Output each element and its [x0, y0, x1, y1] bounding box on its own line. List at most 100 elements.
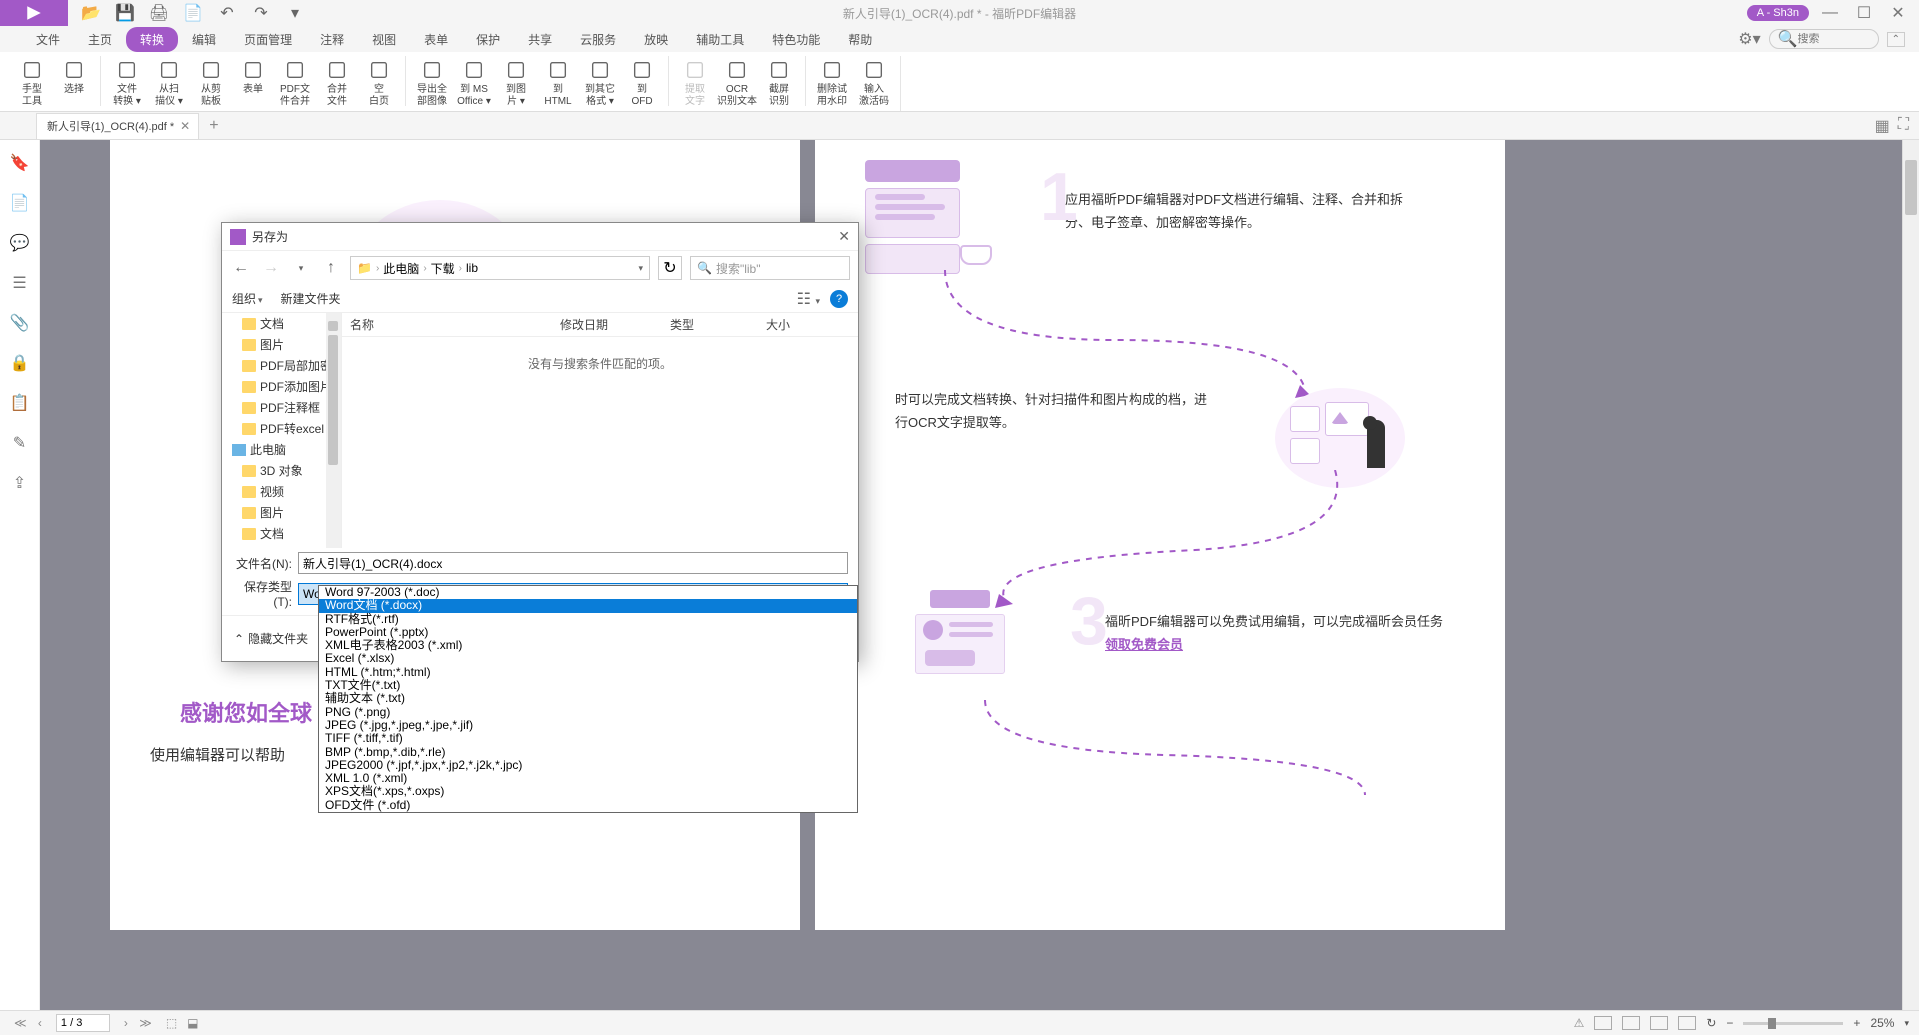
tree-item[interactable]: PDF转excel: [222, 418, 341, 439]
continuous-view[interactable]: [1622, 1016, 1640, 1030]
add-tab-button[interactable]: +: [209, 117, 218, 135]
menu-item-8[interactable]: 保护: [462, 27, 514, 52]
menu-item-11[interactable]: 放映: [630, 27, 682, 52]
nav-recent-icon[interactable]: ▾: [290, 257, 312, 279]
tree-scrollbar[interactable]: [326, 313, 341, 548]
tree-item[interactable]: 图片: [222, 334, 341, 355]
search-box[interactable]: 🔍: [1769, 29, 1879, 49]
ribbon-btn-2[interactable]: 文件 转换 ▾: [107, 56, 147, 110]
options-icon[interactable]: ⚙▾: [1738, 29, 1760, 49]
folder-tree[interactable]: 文档图片PDF局部加密、fPDF添加图片PDF注释框PDF转excel此电脑3D…: [222, 313, 342, 548]
document-tab[interactable]: 新人引导(1)_OCR(4).pdf * ✕: [36, 113, 199, 139]
menu-item-2[interactable]: 转换: [126, 27, 178, 52]
filetype-option[interactable]: JPEG2000 (*.jpf,*.jpx,*.jp2,*.j2k,*.jpc): [319, 759, 857, 772]
ribbon-btn-3[interactable]: 从扫 描仪 ▾: [149, 56, 189, 110]
menu-item-6[interactable]: 视图: [358, 27, 410, 52]
menu-item-10[interactable]: 云服务: [566, 27, 630, 52]
ribbon-btn-15[interactable]: 提取 文字: [675, 56, 715, 110]
nav-up-icon[interactable]: ↑: [320, 257, 342, 279]
ribbon-btn-1[interactable]: 选择: [54, 56, 94, 98]
breadcrumb[interactable]: 📁 › 此电脑 › 下载 › lib ▾: [350, 256, 650, 280]
view-options-icon[interactable]: ☷ ▾: [797, 289, 820, 309]
filetype-option[interactable]: Excel (*.xlsx): [319, 652, 857, 665]
help-icon[interactable]: ?: [830, 290, 848, 308]
ribbon-btn-14[interactable]: 到 OFD: [622, 56, 662, 110]
user-badge[interactable]: A - Sh3n: [1747, 5, 1809, 21]
ribbon-btn-11[interactable]: 到图 片 ▾: [496, 56, 536, 110]
scrollbar-thumb[interactable]: [1905, 160, 1917, 215]
filetype-dropdown[interactable]: Word 97-2003 (*.doc)Word文档 (*.docx)RTF格式…: [318, 585, 858, 813]
ribbon-btn-16[interactable]: OCR 识别文本: [717, 56, 757, 110]
first-page-icon[interactable]: ≪: [10, 1016, 31, 1030]
zoom-out-button[interactable]: −: [1726, 1016, 1733, 1030]
refresh-button[interactable]: ↻: [658, 256, 682, 280]
reading-mode-icon[interactable]: ⬓: [187, 1016, 198, 1030]
selection-mode-icon[interactable]: ⬚: [166, 1016, 177, 1030]
tree-item[interactable]: PDF添加图片: [222, 376, 341, 397]
open-icon[interactable]: 📂: [83, 5, 99, 21]
tree-item[interactable]: PDF注释框: [222, 397, 341, 418]
two-continuous-view[interactable]: [1678, 1016, 1696, 1030]
menu-item-3[interactable]: 编辑: [178, 27, 230, 52]
tree-item[interactable]: 视频: [222, 481, 341, 502]
zoom-handle[interactable]: [1768, 1018, 1776, 1029]
zoom-in-button[interactable]: +: [1853, 1016, 1860, 1030]
maximize-button[interactable]: ☐: [1851, 3, 1877, 23]
tree-item[interactable]: 此电脑: [222, 439, 341, 460]
menu-item-13[interactable]: 特色功能: [758, 27, 834, 52]
ribbon-btn-6[interactable]: PDF文 件合并: [275, 56, 315, 110]
last-page-icon[interactable]: ≫: [135, 1016, 156, 1030]
filetype-option[interactable]: Word文档 (*.docx): [319, 599, 857, 612]
col-type[interactable]: 类型: [662, 316, 758, 333]
ribbon-btn-10[interactable]: 到 MS Office ▾: [454, 56, 494, 110]
menu-item-4[interactable]: 页面管理: [230, 27, 306, 52]
col-size[interactable]: 大小: [758, 316, 818, 333]
filetype-option[interactable]: PNG (*.png): [319, 706, 857, 719]
menu-item-12[interactable]: 辅助工具: [682, 27, 758, 52]
new-doc-icon[interactable]: 📄: [185, 5, 201, 21]
alert-icon[interactable]: ⚠: [1574, 1016, 1585, 1030]
filetype-option[interactable]: RTF格式(*.rtf): [319, 613, 857, 626]
bookmark-icon[interactable]: 🔖: [11, 154, 29, 172]
col-name[interactable]: 名称: [342, 316, 552, 333]
filetype-option[interactable]: XPS文档(*.xps,*.oxps): [319, 785, 857, 798]
dialog-titlebar[interactable]: 另存为 ✕: [222, 223, 858, 251]
save-icon[interactable]: 💾: [117, 5, 133, 21]
zoom-dropdown-icon[interactable]: ▾: [1904, 1018, 1909, 1029]
dialog-search-input[interactable]: 🔍 搜索"lib": [690, 256, 850, 280]
filename-input[interactable]: [298, 552, 848, 574]
ribbon-btn-9[interactable]: 导出全 部图像: [412, 56, 452, 110]
collapse-ribbon-icon[interactable]: ⌃: [1887, 32, 1905, 47]
zoom-slider[interactable]: [1743, 1022, 1843, 1025]
vertical-scrollbar[interactable]: [1902, 140, 1919, 1010]
filetype-option[interactable]: XML电子表格2003 (*.xml): [319, 639, 857, 652]
rotate-icon[interactable]: ↻: [1706, 1016, 1716, 1030]
ribbon-btn-8[interactable]: 空 白页: [359, 56, 399, 110]
two-page-view[interactable]: [1650, 1016, 1668, 1030]
next-page-icon[interactable]: ›: [120, 1016, 132, 1030]
organize-button[interactable]: 组织▾: [232, 290, 263, 307]
tree-item[interactable]: 图片: [222, 502, 341, 523]
ribbon-btn-7[interactable]: 合并 文件: [317, 56, 357, 110]
nav-forward-icon[interactable]: →: [260, 257, 282, 279]
menu-item-1[interactable]: 主页: [74, 27, 126, 52]
filetype-option[interactable]: JPEG (*.jpg,*.jpeg,*.jpe,*.jif): [319, 719, 857, 732]
grid-view-icon[interactable]: ▦: [1875, 116, 1890, 136]
undo-icon[interactable]: ↶: [219, 5, 235, 21]
nav-back-icon[interactable]: ←: [230, 257, 252, 279]
filetype-option[interactable]: BMP (*.bmp,*.dib,*.rle): [319, 746, 857, 759]
comments-icon[interactable]: 💬: [11, 234, 29, 252]
ribbon-btn-0[interactable]: 手型 工具: [12, 56, 52, 110]
ribbon-btn-18[interactable]: 删除试 用水印: [812, 56, 852, 110]
filetype-option[interactable]: 辅助文本 (*.txt): [319, 692, 857, 705]
ribbon-btn-12[interactable]: 到 HTML: [538, 56, 578, 110]
signature-icon[interactable]: ✎: [11, 434, 29, 452]
prev-page-icon[interactable]: ‹: [34, 1016, 46, 1030]
form-icon[interactable]: 📋: [11, 394, 29, 412]
column-headers[interactable]: 名称 修改日期 类型 大小: [342, 313, 858, 337]
ribbon-btn-17[interactable]: 截屏 识别: [759, 56, 799, 110]
member-link[interactable]: 领取免费会员: [1105, 637, 1183, 652]
minimize-button[interactable]: —: [1817, 3, 1843, 23]
share-icon[interactable]: ⇪: [11, 474, 29, 492]
menu-item-14[interactable]: 帮助: [834, 27, 886, 52]
